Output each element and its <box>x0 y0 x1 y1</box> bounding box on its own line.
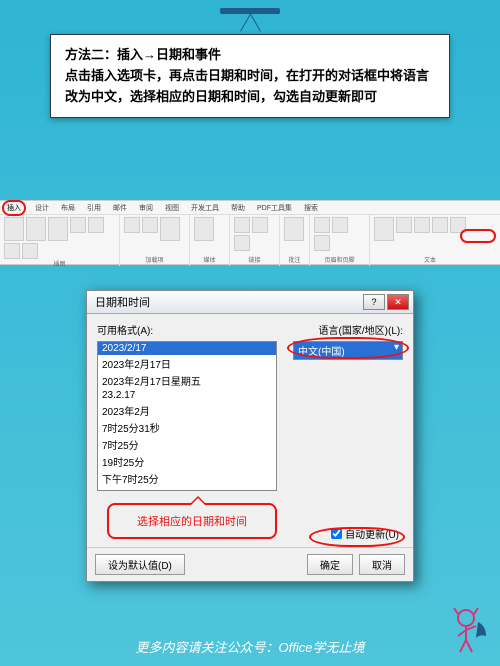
ribbon-group-addins: 加载项 <box>120 215 190 266</box>
textbox-icon[interactable] <box>374 217 394 241</box>
tab-help[interactable]: 帮助 <box>228 202 248 214</box>
tab-references[interactable]: 引用 <box>84 202 104 214</box>
language-dropdown[interactable]: 中文(中国) <box>293 341 403 360</box>
my-addins-icon[interactable] <box>142 217 158 233</box>
datetime-highlight-circle <box>460 229 496 243</box>
list-item[interactable]: 2023年2月17日 <box>98 355 276 372</box>
comment-icon[interactable] <box>284 217 304 241</box>
wikipedia-icon[interactable] <box>160 217 180 241</box>
ribbon-group-illustrations: 插图 <box>0 215 120 266</box>
list-item[interactable]: 19时25分 <box>98 453 276 470</box>
dialog-close-button[interactable]: ✕ <box>387 294 409 310</box>
callout-text: 选择相应的日期和时间 <box>137 516 247 528</box>
instruction-note: 方法二：插入→日期和事件 点击插入选项卡，再点击日期和时间，在打开的对话框中将语… <box>50 34 450 118</box>
tab-design[interactable]: 设计 <box>32 202 52 214</box>
language-label: 语言(国家/地区)(L): <box>319 322 403 337</box>
tab-pdf[interactable]: PDF工具集 <box>254 202 295 214</box>
list-item[interactable]: 7时25分 <box>98 436 276 453</box>
autoupdate-highlight-circle <box>309 527 405 547</box>
hanging-note-assembly: 方法二：插入→日期和事件 点击插入选项卡，再点击日期和时间，在打开的对话框中将语… <box>50 8 450 118</box>
group-label: 文本 <box>374 255 486 264</box>
list-item[interactable]: 2023年2月 <box>98 402 276 419</box>
quickparts-icon[interactable] <box>396 217 412 233</box>
tab-layout[interactable]: 布局 <box>58 202 78 214</box>
group-label: 页眉和页脚 <box>314 255 365 264</box>
online-pictures-icon[interactable] <box>26 217 46 241</box>
dialog-title-text: 日期和时间 <box>95 294 150 310</box>
tab-mailings[interactable]: 邮件 <box>110 202 130 214</box>
set-default-button[interactable]: 设为默认值(D) <box>95 554 185 575</box>
language-dropdown-wrap: 中文(中国) <box>293 341 403 360</box>
list-item[interactable]: 二〇二三年二月十七日 <box>98 487 276 491</box>
format-label: 可用格式(A): <box>97 322 153 337</box>
crossref-icon[interactable] <box>234 235 250 251</box>
ribbon-tabs: 插入 设计 布局 引用 邮件 审阅 视图 开发工具 帮助 PDF工具集 搜索 <box>0 201 500 215</box>
ok-button[interactable]: 确定 <box>307 554 353 575</box>
group-label: 插图 <box>4 259 115 268</box>
hanger-wires <box>50 14 450 34</box>
list-item[interactable]: 2023年2月17日星期五 <box>98 372 276 389</box>
bookmark-icon[interactable] <box>252 217 268 233</box>
footer-icon[interactable] <box>332 217 348 233</box>
callout-bubble: 选择相应的日期和时间 <box>107 503 277 539</box>
ribbon-group-comments: 批注 <box>280 215 310 266</box>
dialog-body: 可用格式(A): 语言(国家/地区)(L): 2023/2/17 2023年2月… <box>87 314 413 547</box>
word-ribbon: 插入 设计 布局 引用 邮件 审阅 视图 开发工具 帮助 PDF工具集 搜索 插… <box>0 200 500 265</box>
girl-doodle-icon <box>444 600 494 660</box>
chart-icon[interactable] <box>4 243 20 259</box>
dialog-help-button[interactable]: ? <box>363 294 385 310</box>
list-item[interactable]: 下午7时25分 <box>98 470 276 487</box>
screenshot-icon[interactable] <box>22 243 38 259</box>
header-icon[interactable] <box>314 217 330 233</box>
ribbon-body: 插图 加载项 媒体 链接 批注 <box>0 215 500 266</box>
page-footer-text: 更多内容请关注公众号：Office学无止境 <box>0 637 500 656</box>
note-line1: 方法二：插入→日期和事件 <box>65 45 435 66</box>
list-item[interactable]: 2023/2/17 <box>98 342 276 355</box>
group-label: 媒体 <box>194 255 225 264</box>
format-listbox[interactable]: 2023/2/17 2023年2月17日 2023年2月17日星期五 23.2.… <box>97 341 277 491</box>
get-addins-icon[interactable] <box>124 217 140 233</box>
list-item[interactable]: 23.2.17 <box>98 389 276 402</box>
smartart-icon[interactable] <box>88 217 104 233</box>
wordart-icon[interactable] <box>414 217 430 233</box>
tab-developer[interactable]: 开发工具 <box>188 202 222 214</box>
shapes-icon[interactable] <box>48 217 68 241</box>
cancel-button[interactable]: 取消 <box>359 554 405 575</box>
pictures-icon[interactable] <box>4 217 24 241</box>
group-label: 加载项 <box>124 255 185 264</box>
list-item[interactable]: 7时25分31秒 <box>98 419 276 436</box>
ribbon-group-media: 媒体 <box>190 215 230 266</box>
tab-insert[interactable]: 插入 <box>2 200 26 216</box>
ribbon-group-links: 链接 <box>230 215 280 266</box>
link-icon[interactable] <box>234 217 250 233</box>
datetime-dialog: 日期和时间 ? ✕ 可用格式(A): 语言(国家/地区)(L): 2023/2/… <box>86 290 414 582</box>
model3d-icon[interactable] <box>70 217 86 233</box>
ribbon-group-headerfooter: 页眉和页脚 <box>310 215 370 266</box>
online-video-icon[interactable] <box>194 217 214 241</box>
dialog-titlebar: 日期和时间 ? ✕ <box>87 291 413 314</box>
tab-view[interactable]: 视图 <box>162 202 182 214</box>
tab-review[interactable]: 审阅 <box>136 202 156 214</box>
note-line2: 点击插入选项卡，再点击日期和时间，在打开的对话框中将语言改为中文，选择相应的日期… <box>65 66 435 108</box>
dropcap-icon[interactable] <box>432 217 448 233</box>
dialog-footer: 设为默认值(D) 确定 取消 <box>87 547 413 581</box>
group-label: 链接 <box>234 255 275 264</box>
group-label: 批注 <box>284 255 305 264</box>
pagenum-icon[interactable] <box>314 235 330 251</box>
tab-search[interactable]: 搜索 <box>301 202 321 214</box>
